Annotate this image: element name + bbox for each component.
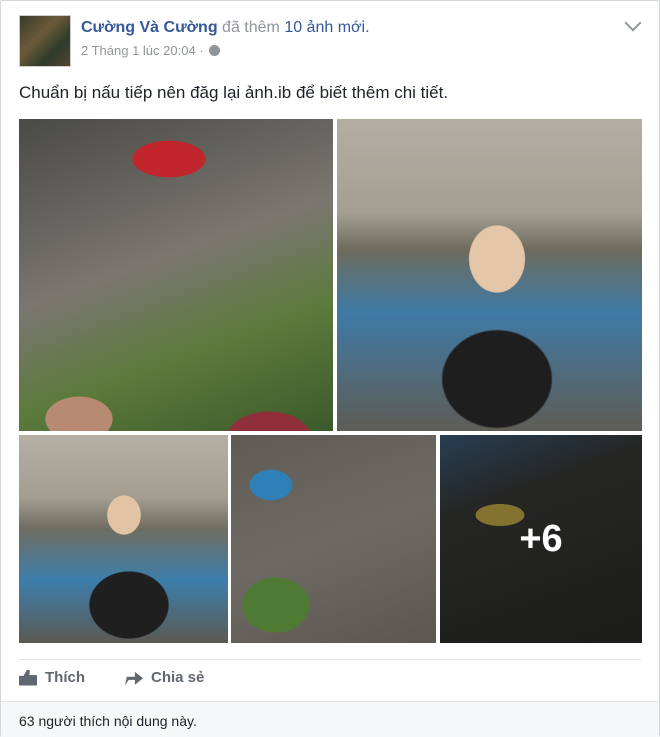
globe-icon[interactable] bbox=[209, 45, 221, 56]
thumbs-up-icon bbox=[19, 669, 37, 686]
post-header: Cường Và Cường đã thêm 10 ảnh mới. bbox=[81, 19, 370, 37]
share-button[interactable]: Chia sẻ bbox=[125, 669, 204, 686]
photo-count-link[interactable]: 10 ảnh mới. bbox=[284, 19, 369, 36]
post-photo-2[interactable] bbox=[337, 119, 642, 431]
share-arrow-icon bbox=[125, 671, 143, 686]
post-photo-4[interactable] bbox=[231, 435, 436, 643]
like-button[interactable]: Thích bbox=[19, 669, 85, 686]
post-photo-3[interactable] bbox=[19, 435, 228, 643]
more-photos-overlay[interactable]: +6 bbox=[440, 435, 642, 643]
more-photos-count: +6 bbox=[519, 517, 563, 560]
divider bbox=[19, 659, 641, 660]
post-meta: 2 Tháng 1 lúc 20:04 · bbox=[81, 43, 221, 58]
share-label: Chia sẻ bbox=[151, 669, 205, 686]
like-label: Thích bbox=[45, 669, 85, 686]
post-text: Chuẩn bị nấu tiếp nên đăg lại ảnh.ib để … bbox=[19, 83, 449, 102]
post-action-text: đã thêm bbox=[222, 19, 280, 36]
chevron-down-icon[interactable] bbox=[624, 14, 642, 32]
likes-summary[interactable]: 63 người thích nội dung này. bbox=[19, 713, 197, 729]
meta-separator: · bbox=[199, 43, 204, 58]
author-avatar[interactable] bbox=[19, 15, 71, 67]
post-photo-5[interactable]: +6 bbox=[440, 435, 642, 643]
post-card: Cường Và Cường đã thêm 10 ảnh mới. 2 Thá… bbox=[0, 0, 660, 737]
author-name[interactable]: Cường Và Cường bbox=[81, 19, 218, 36]
post-timestamp[interactable]: 2 Tháng 1 lúc 20:04 bbox=[81, 43, 196, 58]
post-photo-1[interactable] bbox=[19, 119, 333, 431]
